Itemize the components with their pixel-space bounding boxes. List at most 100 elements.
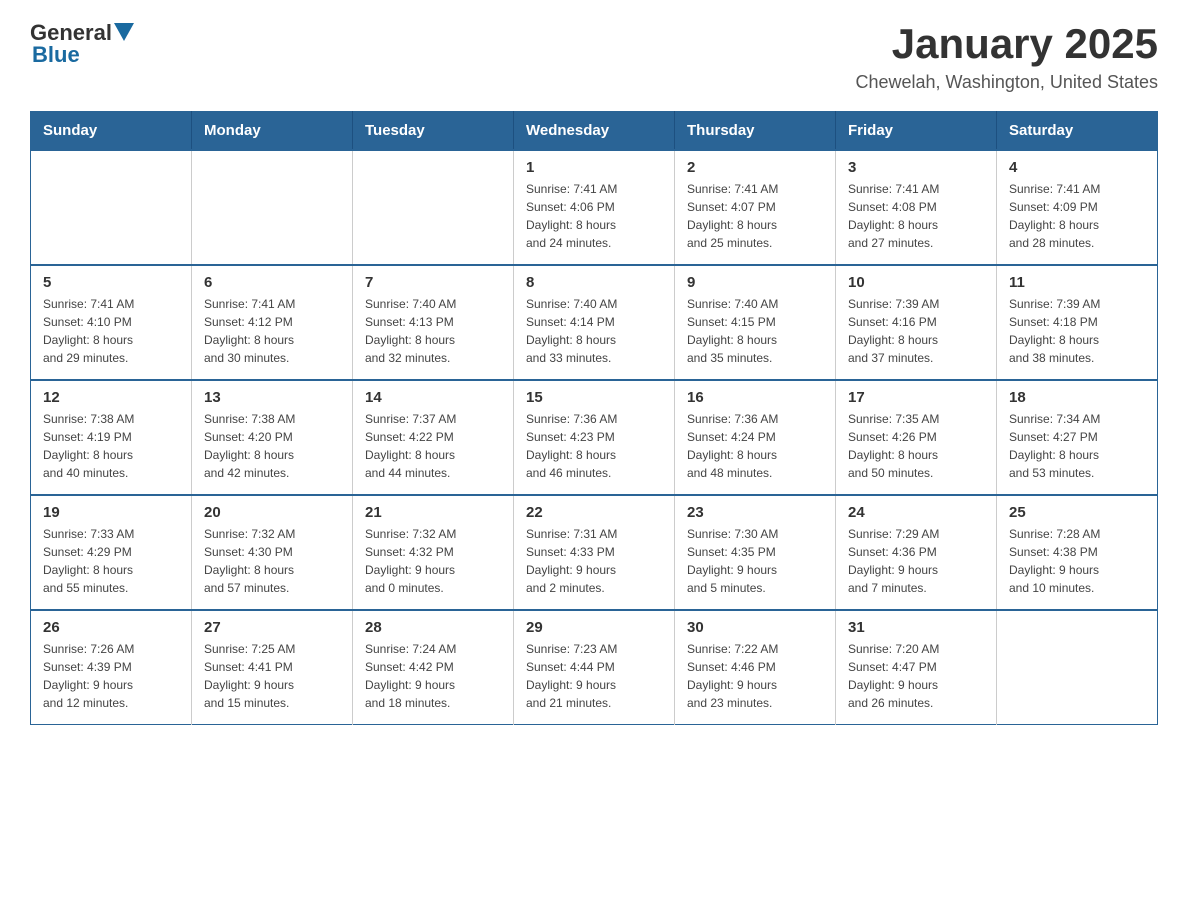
day-number: 14 — [365, 389, 501, 406]
day-info: Sunrise: 7:37 AMSunset: 4:22 PMDaylight:… — [365, 410, 501, 482]
day-info: Sunrise: 7:36 AMSunset: 4:23 PMDaylight:… — [526, 410, 662, 482]
day-number: 24 — [848, 504, 984, 521]
day-info: Sunrise: 7:41 AMSunset: 4:06 PMDaylight:… — [526, 180, 662, 252]
day-number: 22 — [526, 504, 662, 521]
calendar-day-cell — [997, 610, 1158, 725]
day-number: 21 — [365, 504, 501, 521]
calendar-week-row: 12 Sunrise: 7:38 AMSunset: 4:19 PMDayligh… — [31, 380, 1158, 495]
calendar-day-cell: 26 Sunrise: 7:26 AMSunset: 4:39 PMDayligh… — [31, 610, 192, 725]
calendar-day-cell: 18 Sunrise: 7:34 AMSunset: 4:27 PMDayligh… — [997, 380, 1158, 495]
day-info: Sunrise: 7:38 AMSunset: 4:20 PMDaylight:… — [204, 410, 340, 482]
calendar-day-cell: 28Sunrise: 7:24 AMSunset: 4:42 PMDayligh… — [353, 610, 514, 725]
day-number: 7 — [365, 274, 501, 291]
day-info: Sunrise: 7:22 AMSunset: 4:46 PMDaylight:… — [687, 640, 823, 712]
day-info: Sunrise: 7:36 AMSunset: 4:24 PMDaylight:… — [687, 410, 823, 482]
day-info: Sunrise: 7:33 AMSunset: 4:29 PMDaylight:… — [43, 525, 179, 597]
calendar-header-row: SundayMondayTuesdayWednesdayThursdayFrid… — [31, 112, 1158, 151]
calendar-day-cell: 17 Sunrise: 7:35 AMSunset: 4:26 PMDayligh… — [836, 380, 997, 495]
logo-text-blue: Blue — [32, 42, 80, 68]
calendar-day-cell: 15 Sunrise: 7:36 AMSunset: 4:23 PMDayligh… — [514, 380, 675, 495]
day-info: Sunrise: 7:40 AMSunset: 4:15 PMDaylight:… — [687, 295, 823, 367]
day-number: 3 — [848, 159, 984, 176]
calendar-day-cell: 20Sunrise: 7:32 AMSunset: 4:30 PMDayligh… — [192, 495, 353, 610]
day-info: Sunrise: 7:25 AMSunset: 4:41 PMDaylight:… — [204, 640, 340, 712]
calendar-header: SundayMondayTuesdayWednesdayThursdayFrid… — [31, 112, 1158, 151]
day-info: Sunrise: 7:41 AMSunset: 4:10 PMDaylight:… — [43, 295, 179, 367]
day-info: Sunrise: 7:38 AMSunset: 4:19 PMDaylight:… — [43, 410, 179, 482]
day-number: 23 — [687, 504, 823, 521]
day-info: Sunrise: 7:40 AMSunset: 4:13 PMDaylight:… — [365, 295, 501, 367]
day-info: Sunrise: 7:26 AMSunset: 4:39 PMDaylight:… — [43, 640, 179, 712]
day-info: Sunrise: 7:20 AMSunset: 4:47 PMDaylight:… — [848, 640, 984, 712]
calendar-day-cell: 7 Sunrise: 7:40 AMSunset: 4:13 PMDaylight… — [353, 265, 514, 380]
day-number: 28 — [365, 619, 501, 636]
day-info: Sunrise: 7:41 AMSunset: 4:09 PMDaylight:… — [1009, 180, 1145, 252]
calendar-day-cell: 11Sunrise: 7:39 AMSunset: 4:18 PMDayligh… — [997, 265, 1158, 380]
calendar-week-row: 26 Sunrise: 7:26 AMSunset: 4:39 PMDayligh… — [31, 610, 1158, 725]
day-number: 26 — [43, 619, 179, 636]
day-number: 27 — [204, 619, 340, 636]
calendar-day-cell: 6 Sunrise: 7:41 AMSunset: 4:12 PMDaylight… — [192, 265, 353, 380]
calendar-day-cell: 24 Sunrise: 7:29 AMSunset: 4:36 PMDayligh… — [836, 495, 997, 610]
page-subtitle: Chewelah, Washington, United States — [855, 72, 1158, 93]
day-number: 12 — [43, 389, 179, 406]
day-info: Sunrise: 7:34 AMSunset: 4:27 PMDaylight:… — [1009, 410, 1145, 482]
logo: General Blue — [30, 20, 134, 68]
day-info: Sunrise: 7:32 AMSunset: 4:32 PMDaylight:… — [365, 525, 501, 597]
day-info: Sunrise: 7:41 AMSunset: 4:08 PMDaylight:… — [848, 180, 984, 252]
day-info: Sunrise: 7:41 AMSunset: 4:07 PMDaylight:… — [687, 180, 823, 252]
day-number: 11 — [1009, 274, 1145, 291]
calendar-day-cell: 25Sunrise: 7:28 AMSunset: 4:38 PMDayligh… — [997, 495, 1158, 610]
day-info: Sunrise: 7:28 AMSunset: 4:38 PMDaylight:… — [1009, 525, 1145, 597]
calendar-body: 1 Sunrise: 7:41 AMSunset: 4:06 PMDaylight… — [31, 150, 1158, 725]
calendar-day-header: Saturday — [997, 112, 1158, 151]
page-title: January 2025 — [855, 20, 1158, 68]
day-info: Sunrise: 7:41 AMSunset: 4:12 PMDaylight:… — [204, 295, 340, 367]
calendar-day-header: Monday — [192, 112, 353, 151]
day-number: 20 — [204, 504, 340, 521]
day-number: 18 — [1009, 389, 1145, 406]
day-number: 2 — [687, 159, 823, 176]
day-number: 6 — [204, 274, 340, 291]
calendar-day-cell: 10 Sunrise: 7:39 AMSunset: 4:16 PMDayligh… — [836, 265, 997, 380]
day-number: 4 — [1009, 159, 1145, 176]
day-info: Sunrise: 7:23 AMSunset: 4:44 PMDaylight:… — [526, 640, 662, 712]
day-number: 19 — [43, 504, 179, 521]
day-number: 10 — [848, 274, 984, 291]
day-number: 9 — [687, 274, 823, 291]
calendar-day-cell — [192, 150, 353, 265]
calendar-day-cell: 14 Sunrise: 7:37 AMSunset: 4:22 PMDayligh… — [353, 380, 514, 495]
calendar-day-header: Friday — [836, 112, 997, 151]
calendar-table: SundayMondayTuesdayWednesdayThursdayFrid… — [30, 111, 1158, 725]
day-info: Sunrise: 7:35 AMSunset: 4:26 PMDaylight:… — [848, 410, 984, 482]
calendar-day-cell: 3 Sunrise: 7:41 AMSunset: 4:08 PMDaylight… — [836, 150, 997, 265]
calendar-day-cell: 22 Sunrise: 7:31 AMSunset: 4:33 PMDayligh… — [514, 495, 675, 610]
calendar-day-cell: 2 Sunrise: 7:41 AMSunset: 4:07 PMDaylight… — [675, 150, 836, 265]
day-number: 31 — [848, 619, 984, 636]
day-number: 15 — [526, 389, 662, 406]
calendar-week-row: 5 Sunrise: 7:41 AMSunset: 4:10 PMDaylight… — [31, 265, 1158, 380]
day-number: 13 — [204, 389, 340, 406]
calendar-day-cell: 21 Sunrise: 7:32 AMSunset: 4:32 PMDayligh… — [353, 495, 514, 610]
day-info: Sunrise: 7:29 AMSunset: 4:36 PMDaylight:… — [848, 525, 984, 597]
calendar-day-header: Wednesday — [514, 112, 675, 151]
calendar-day-cell: 27 Sunrise: 7:25 AMSunset: 4:41 PMDayligh… — [192, 610, 353, 725]
calendar-day-cell: 19 Sunrise: 7:33 AMSunset: 4:29 PMDayligh… — [31, 495, 192, 610]
day-number: 1 — [526, 159, 662, 176]
day-info: Sunrise: 7:31 AMSunset: 4:33 PMDaylight:… — [526, 525, 662, 597]
calendar-day-cell: 16 Sunrise: 7:36 AMSunset: 4:24 PMDayligh… — [675, 380, 836, 495]
day-info: Sunrise: 7:40 AMSunset: 4:14 PMDaylight:… — [526, 295, 662, 367]
day-number: 5 — [43, 274, 179, 291]
page-header: General Blue January 2025 Chewelah, Wash… — [30, 20, 1158, 93]
calendar-day-cell: 4 Sunrise: 7:41 AMSunset: 4:09 PMDaylight… — [997, 150, 1158, 265]
calendar-day-cell: 13 Sunrise: 7:38 AMSunset: 4:20 PMDayligh… — [192, 380, 353, 495]
day-number: 8 — [526, 274, 662, 291]
day-number: 17 — [848, 389, 984, 406]
calendar-day-cell: 12 Sunrise: 7:38 AMSunset: 4:19 PMDayligh… — [31, 380, 192, 495]
day-info: Sunrise: 7:39 AMSunset: 4:16 PMDaylight:… — [848, 295, 984, 367]
calendar-day-cell: 29Sunrise: 7:23 AMSunset: 4:44 PMDayligh… — [514, 610, 675, 725]
calendar-day-cell: 8 Sunrise: 7:40 AMSunset: 4:14 PMDaylight… — [514, 265, 675, 380]
day-number: 16 — [687, 389, 823, 406]
calendar-day-cell: 23Sunrise: 7:30 AMSunset: 4:35 PMDayligh… — [675, 495, 836, 610]
calendar-week-row: 1 Sunrise: 7:41 AMSunset: 4:06 PMDaylight… — [31, 150, 1158, 265]
